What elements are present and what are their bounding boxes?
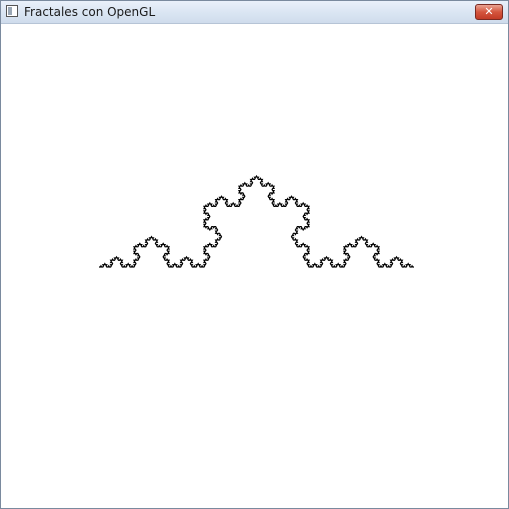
close-button[interactable]: ✕ bbox=[475, 4, 503, 20]
koch-curve bbox=[99, 174, 414, 268]
opengl-canvas[interactable] bbox=[1, 24, 508, 508]
title-bar[interactable]: Fractales con OpenGL ✕ bbox=[1, 1, 508, 24]
app-window-icon bbox=[6, 5, 18, 17]
fractal-drawing bbox=[99, 174, 414, 268]
app-window: Fractales con OpenGL ✕ bbox=[0, 0, 509, 509]
window-title: Fractales con OpenGL bbox=[24, 5, 156, 19]
close-icon: ✕ bbox=[484, 5, 494, 18]
